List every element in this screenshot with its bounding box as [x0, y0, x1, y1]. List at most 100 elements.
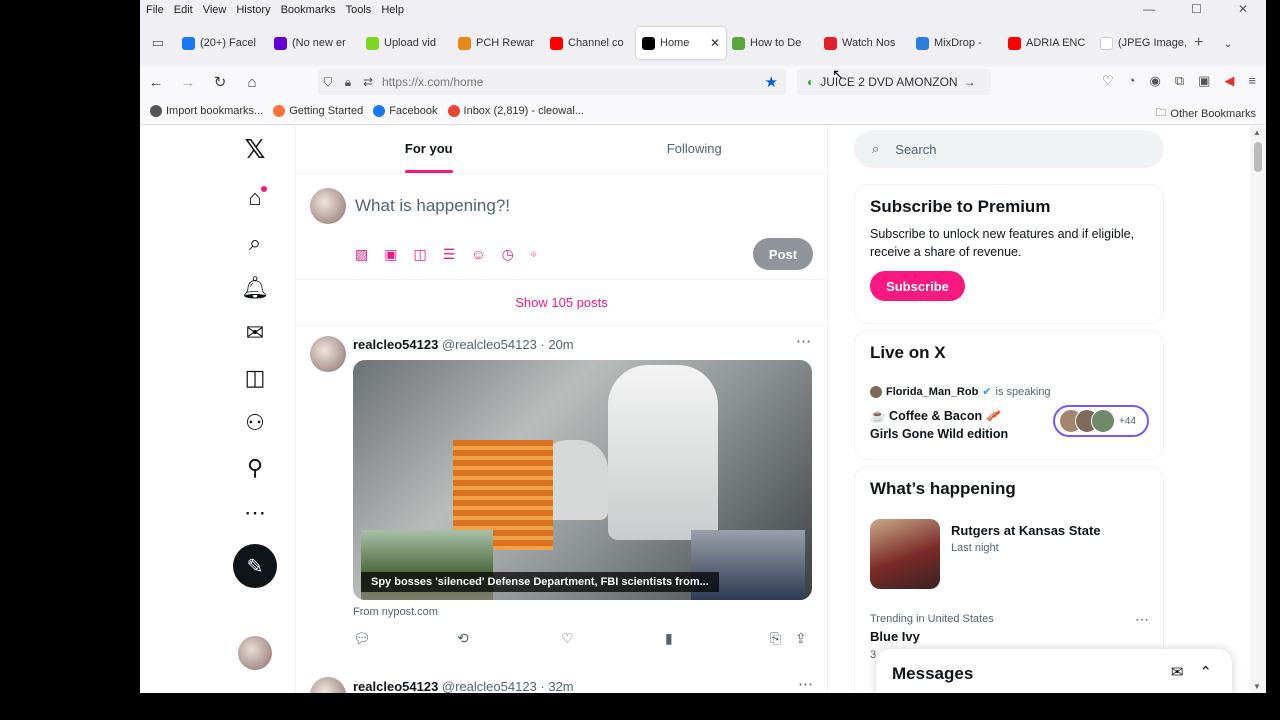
- menu-file[interactable]: File: [146, 4, 164, 16]
- scrollbar-thumb[interactable]: [1254, 142, 1262, 172]
- media-icon[interactable]: ▨: [355, 246, 368, 263]
- lock-icon[interactable]: 🔒︎: [338, 75, 358, 90]
- communities-icon[interactable]: ⚇: [230, 403, 280, 443]
- space-host[interactable]: Florida_Man_Rob ✔ is speaking: [870, 385, 1051, 398]
- account-icon[interactable]: ◉: [1149, 73, 1160, 89]
- bookmark-item[interactable]: Getting Started: [273, 105, 363, 117]
- tweet-avatar[interactable]: [310, 677, 346, 693]
- scroll-down-icon[interactable]: ▼: [1253, 682, 1261, 691]
- url-text[interactable]: https://x.com/home: [382, 75, 483, 89]
- explore-search-icon[interactable]: ⌕: [230, 223, 280, 263]
- browser-tab[interactable]: (JPEG Image, 2: [1094, 27, 1186, 59]
- poll-icon[interactable]: ☰: [443, 246, 456, 263]
- browser-tab[interactable]: ADRIA ENC: [1002, 27, 1094, 59]
- subscribe-button[interactable]: Subscribe: [870, 271, 965, 301]
- list-all-tabs-icon[interactable]: ⌄: [1223, 37, 1232, 50]
- app-menu-icon[interactable]: ≡: [1248, 73, 1256, 89]
- emoji-icon[interactable]: ☺: [471, 246, 485, 263]
- browser-tab[interactable]: PCH Rewar: [452, 27, 544, 59]
- tweet[interactable]: realcleo54123 @realcleo54123 · 20m ⋯ Spy…: [296, 326, 827, 669]
- bookmark-item[interactable]: Facebook: [373, 105, 438, 117]
- tab-following[interactable]: Following: [562, 126, 828, 173]
- tab-list-icon[interactable]: ▭: [140, 35, 176, 51]
- bookmark-icon[interactable]: ⎘: [770, 630, 781, 647]
- host-name[interactable]: Florida_Man_Rob: [886, 386, 978, 398]
- messages-envelope-icon[interactable]: ✉: [230, 313, 280, 353]
- close-tab-icon[interactable]: ✕: [710, 36, 720, 50]
- home-icon[interactable]: ⌂: [236, 74, 268, 91]
- go-arrow-icon[interactable]: →: [964, 75, 976, 89]
- extension-search-box[interactable]: ◐ JUICE 2 DVD AMONZON →: [797, 69, 991, 95]
- event-title[interactable]: Rutgers at Kansas State: [951, 523, 1101, 538]
- bookmark-item[interactable]: Inbox (2,819) - cleowal...: [447, 105, 584, 117]
- tab-for-you[interactable]: For you: [296, 126, 562, 173]
- scroll-up-icon[interactable]: ▲: [1253, 128, 1261, 137]
- space-listeners[interactable]: +44: [1053, 405, 1149, 437]
- grok-compose-icon[interactable]: ◫: [413, 246, 426, 263]
- tweet-avatar[interactable]: [310, 336, 346, 372]
- menu-help[interactable]: Help: [381, 4, 404, 16]
- share-icon[interactable]: ⇪: [795, 630, 807, 647]
- menu-view[interactable]: View: [203, 4, 227, 16]
- browser-tab[interactable]: (No new er: [268, 27, 360, 59]
- browser-tab[interactable]: MixDrop -: [910, 27, 1002, 59]
- x-logo-icon[interactable]: 𝕏: [230, 130, 280, 170]
- extensions-icon[interactable]: ⧉: [1175, 73, 1184, 89]
- like-icon[interactable]: ♡: [561, 630, 574, 647]
- browser-tab[interactable]: (20+) Facel: [176, 27, 268, 59]
- browser-tab[interactable]: Channel co: [544, 27, 636, 59]
- tweet-handle-time[interactable]: @realcleo54123 · 20m: [442, 337, 574, 352]
- browser-tab[interactable]: Upload vid: [360, 27, 452, 59]
- repost-icon[interactable]: ⟲: [457, 630, 469, 647]
- bookmark-star-icon[interactable]: ★: [765, 73, 778, 91]
- menu-history[interactable]: History: [236, 4, 270, 16]
- browser-tab[interactable]: How to De: [726, 27, 818, 59]
- tweet-author-name[interactable]: realcleo54123: [353, 679, 438, 693]
- tweet-more-icon[interactable]: ⋯: [796, 332, 811, 350]
- notifications-bell-icon[interactable]: 🔔︎: [230, 268, 280, 308]
- browser-tab[interactable]: Watch Nos: [818, 27, 910, 59]
- permissions-icon[interactable]: ⇄: [358, 75, 378, 89]
- tweet[interactable]: realcleo54123 @realcleo54123 · 32m ⋯: [296, 675, 829, 693]
- search-placeholder[interactable]: Search: [895, 142, 936, 157]
- menu-bookmarks[interactable]: Bookmarks: [281, 4, 336, 16]
- tweet-more-icon[interactable]: ⋯: [798, 675, 813, 693]
- bookmark-item[interactable]: Import bookmarks...: [150, 105, 263, 117]
- composer-input[interactable]: What is happening?!: [355, 196, 510, 216]
- event-thumbnail[interactable]: [870, 519, 940, 589]
- trend-name[interactable]: Blue Ivy: [870, 629, 920, 644]
- tweet-image[interactable]: Spy bosses 'silenced' Defense Department…: [353, 360, 812, 600]
- minimize-icon[interactable]: —: [1143, 2, 1155, 16]
- reply-icon[interactable]: 💬︎: [353, 630, 371, 647]
- post-button[interactable]: Post: [753, 238, 813, 270]
- close-window-icon[interactable]: ✕: [1238, 2, 1248, 16]
- expand-drawer-icon[interactable]: ⌃: [1199, 663, 1212, 681]
- account-avatar[interactable]: [238, 636, 272, 670]
- messages-drawer[interactable]: Messages ✉ ⌃: [876, 649, 1232, 693]
- grok-icon[interactable]: ◫: [230, 358, 280, 398]
- show-posts-link[interactable]: Show 105 posts: [296, 280, 827, 326]
- more-icon[interactable]: ⋯: [230, 493, 280, 533]
- page-scrollbar[interactable]: ▲ ▼: [1250, 126, 1266, 693]
- tweet-handle-time[interactable]: @realcleo54123 · 32m: [442, 679, 574, 693]
- gif-icon[interactable]: ▣: [384, 246, 397, 263]
- url-bar[interactable]: ⛉ 🔒︎ ⇄ https://x.com/home ★: [318, 69, 786, 95]
- trend-more-icon[interactable]: ⋯: [1135, 611, 1149, 628]
- maximize-icon[interactable]: ☐: [1191, 2, 1202, 16]
- new-tab-icon[interactable]: +: [1194, 34, 1203, 52]
- other-bookmarks[interactable]: 🗀 Other Bookmarks: [1155, 104, 1256, 123]
- views-icon[interactable]: ▮: [665, 630, 673, 647]
- history-clock-icon[interactable]: ◔: [1128, 73, 1136, 89]
- profile-icon[interactable]: ⚲: [230, 448, 280, 488]
- menu-tools[interactable]: Tools: [346, 4, 372, 16]
- reload-icon[interactable]: ↻: [204, 73, 236, 91]
- megaphone-icon[interactable]: ◀: [1224, 73, 1234, 89]
- tweet-author-name[interactable]: realcleo54123: [353, 337, 438, 352]
- pocket-icon[interactable]: ♡: [1102, 73, 1114, 89]
- location-icon[interactable]: ⌖: [530, 246, 538, 263]
- composer-avatar[interactable]: [310, 188, 346, 224]
- link-source[interactable]: From nypost.com: [353, 606, 438, 618]
- home-nav-icon[interactable]: ⌂: [230, 178, 280, 218]
- back-icon[interactable]: ←: [140, 74, 172, 91]
- shield-icon[interactable]: ⛉: [318, 75, 338, 90]
